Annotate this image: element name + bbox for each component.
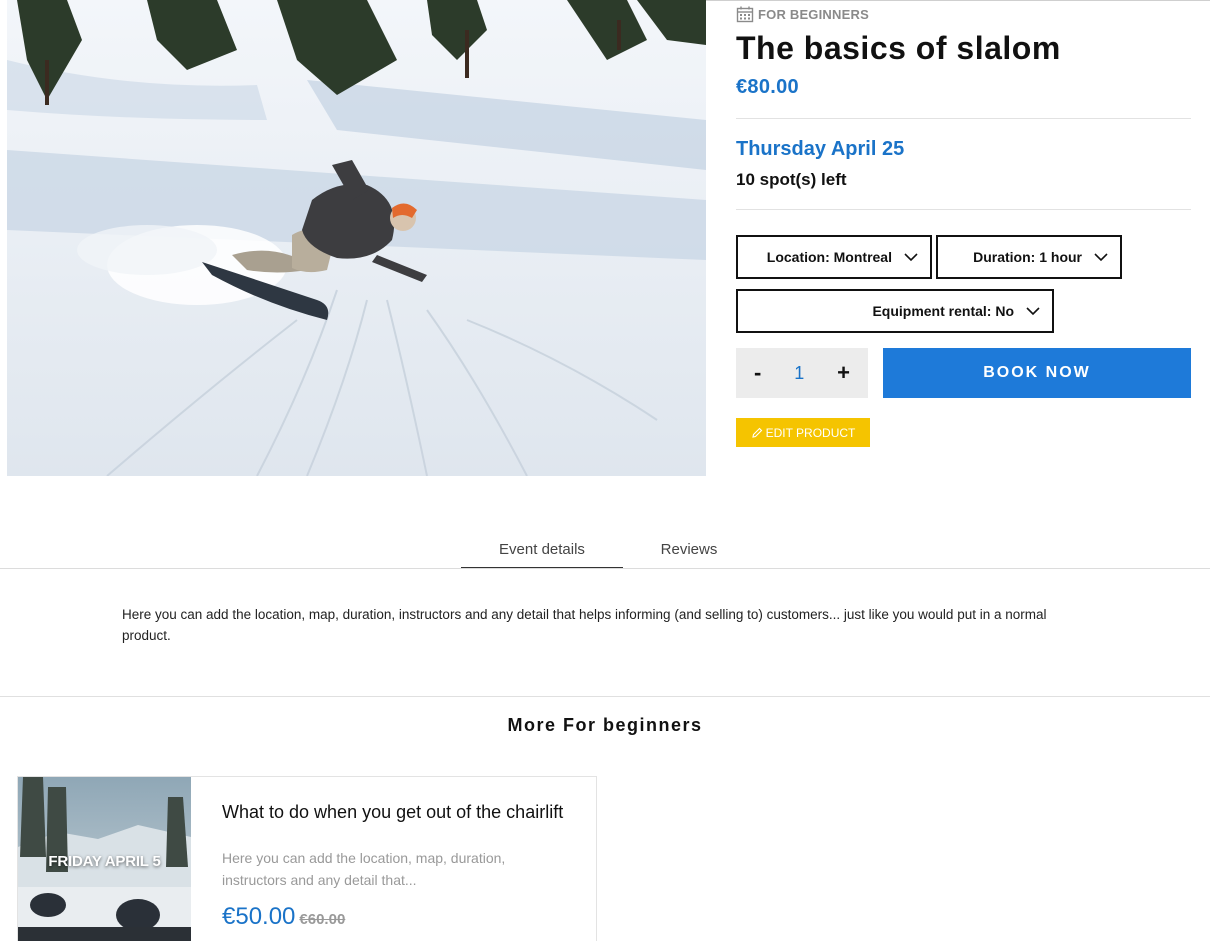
- chevron-down-icon: [904, 252, 918, 261]
- tabs-divider: [0, 568, 1210, 569]
- top-divider: [706, 0, 1210, 1]
- related-section-title: More For beginners: [507, 715, 703, 735]
- pencil-icon: [751, 427, 762, 438]
- edit-product-button[interactable]: EDIT PRODUCT: [736, 418, 870, 447]
- spots-left: 10 spot(s) left: [736, 170, 847, 189]
- duration-select-label: Duration: 1 hour: [973, 249, 1082, 265]
- tab-event-details[interactable]: Event details: [461, 530, 623, 569]
- chevron-down-icon: [1094, 252, 1108, 261]
- product-image: [7, 0, 706, 476]
- book-now-button[interactable]: BOOK NOW: [883, 348, 1191, 398]
- related-event-price: €50.00 €60.00: [222, 903, 345, 931]
- equipment-select-label: Equipment rental: No: [872, 303, 1014, 319]
- calendar-icon: [736, 6, 754, 23]
- quantity-input[interactable]: 1: [794, 363, 804, 384]
- related-event-excerpt: Here you can add the location, map, dura…: [222, 850, 506, 888]
- quantity-increase-button[interactable]: +: [837, 360, 850, 386]
- related-event-title[interactable]: What to do when you get out of the chair…: [222, 803, 572, 822]
- category-text: FOR BEGINNERS: [758, 7, 869, 22]
- location-select[interactable]: Location: Montreal: [736, 235, 932, 279]
- location-select-label: Location: Montreal: [766, 249, 892, 265]
- divider: [736, 209, 1191, 210]
- product-price: €80.00: [736, 76, 799, 98]
- event-description: Here you can add the location, map, dura…: [122, 607, 1047, 643]
- related-event-card[interactable]: FRIDAY APRIL 5 What to do when you get o…: [17, 776, 597, 941]
- category-label[interactable]: FOR BEGINNERS: [736, 6, 869, 23]
- divider: [736, 118, 1191, 119]
- event-date: Thursday April 25: [736, 138, 905, 160]
- tab-reviews[interactable]: Reviews: [623, 530, 755, 568]
- product-title: The basics of slalom: [736, 30, 1061, 66]
- related-event-date: FRIDAY APRIL 5: [48, 853, 161, 870]
- section-divider: [0, 696, 1210, 697]
- related-event-current-price: €50.00: [222, 903, 296, 930]
- quantity-decrease-button[interactable]: -: [754, 360, 761, 386]
- duration-select[interactable]: Duration: 1 hour: [936, 235, 1122, 279]
- chevron-down-icon: [1026, 306, 1040, 315]
- related-event-old-price: €60.00: [299, 911, 346, 928]
- quantity-stepper: - 1 +: [736, 348, 868, 398]
- edit-product-label: EDIT PRODUCT: [765, 425, 856, 440]
- equipment-select[interactable]: Equipment rental: No: [736, 289, 1054, 333]
